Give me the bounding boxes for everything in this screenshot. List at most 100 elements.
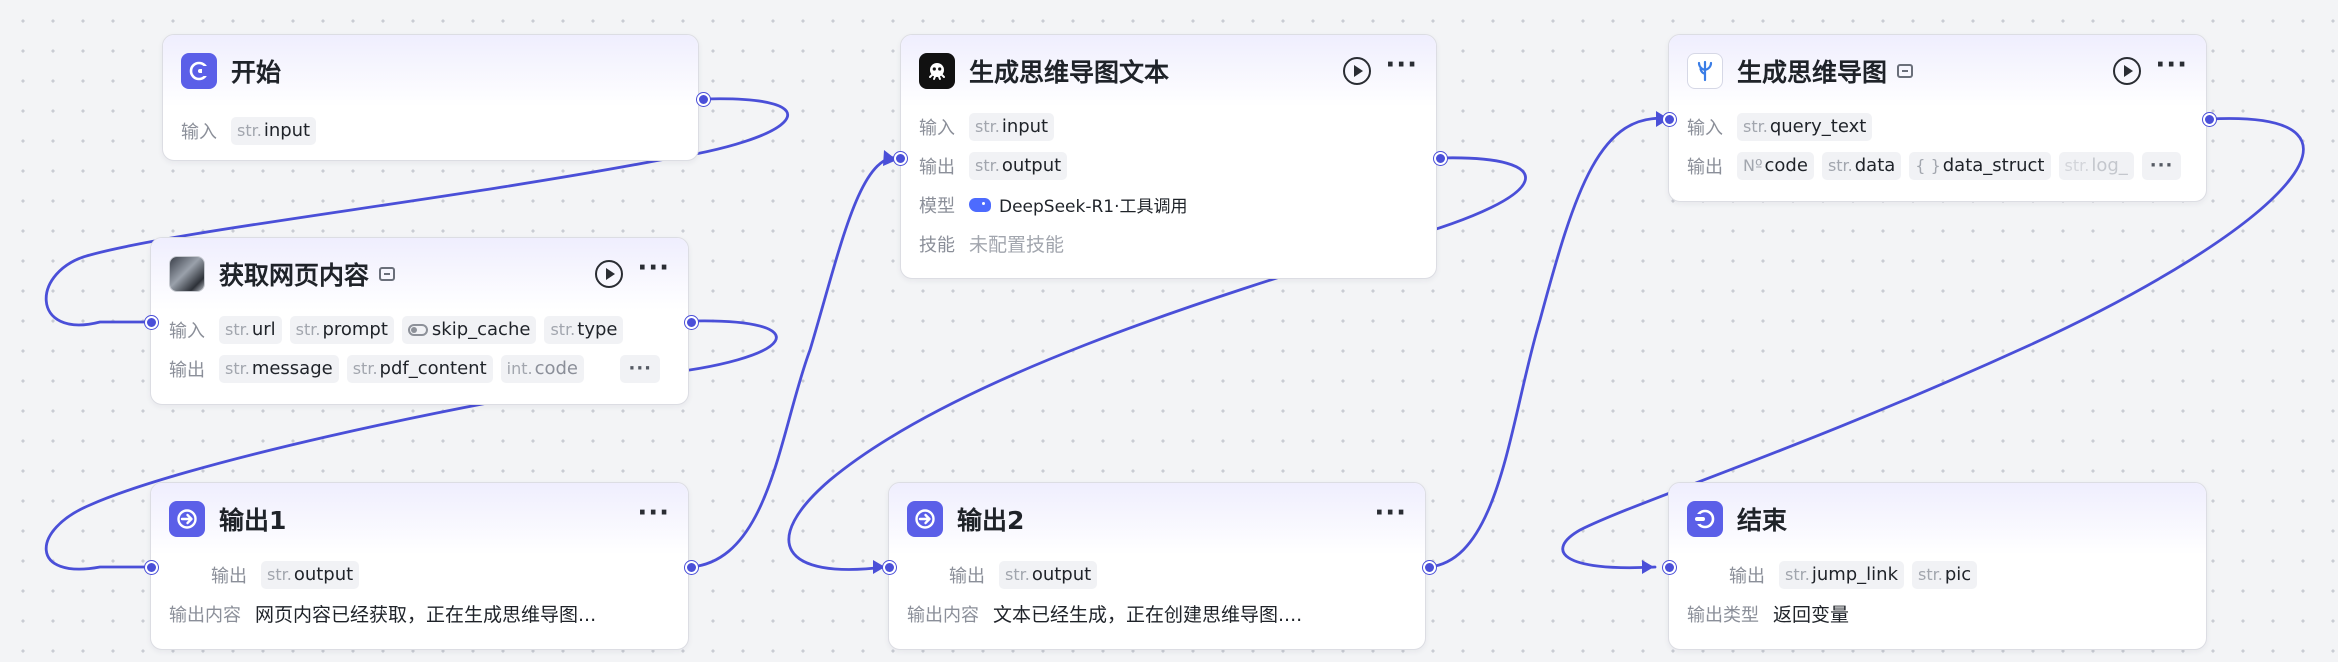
plugin-icon (1897, 64, 1914, 78)
fetch-output-port[interactable] (685, 316, 698, 329)
variable-tag[interactable]: str. data (1821, 151, 1902, 180)
out2-output-port[interactable] (1423, 561, 1436, 574)
input-row: 输入 str. input (919, 107, 1418, 146)
variable-tag[interactable]: str. query_text (1737, 112, 1873, 141)
edge-out1-to-gentext[interactable] (689, 156, 902, 569)
input-label: 输入 (181, 121, 217, 143)
node-generate-mindmap-text[interactable]: 生成思维导图文本 ··· 输入 str. input 输出 str. output … (900, 34, 1437, 279)
output-row: 输出 str. message str. pdf_content int. code … (169, 349, 670, 388)
output-label: 输出 (1729, 565, 1765, 587)
start-output-port[interactable] (697, 93, 710, 106)
more-menu-button[interactable]: ··· (2155, 52, 2188, 90)
model-row: 模型 DeepSeek-R1·工具调用 (919, 185, 1418, 224)
output-label: 输出 (949, 565, 985, 587)
node-title: 结束 (1737, 506, 1788, 535)
node-output-1[interactable]: 输出1 ··· 输出 str. output 输出内容 网页内容已经获取，正在生成… (150, 482, 689, 650)
output-content-text: 文本已经生成，正在创建思维导图.... (993, 604, 1303, 626)
variable-tag[interactable]: { } data_struct (1909, 151, 2051, 180)
node-generate-mindmap[interactable]: 生成思维导图 ··· 输入 str. query_text 输出 Nº code s… (1668, 34, 2207, 202)
output-row: 输出 Nº code str. data { } data_struct str. lo… (1687, 146, 2188, 185)
output-label: 输出 (169, 359, 205, 381)
gentext-output-port[interactable] (1434, 152, 1447, 165)
variable-tag[interactable]: str. url (219, 315, 282, 344)
input-row: 输入 str. query_text (1687, 107, 2188, 146)
output-content-row: 输出内容 网页内容已经获取，正在生成思维导图... (169, 594, 670, 633)
variable-tag[interactable]: str. output (999, 560, 1098, 589)
more-menu-button[interactable]: ··· (637, 255, 670, 293)
more-variables-button[interactable]: ··· (2141, 151, 2182, 180)
input-label: 输入 (169, 320, 205, 342)
output-type-row: 输出类型 返回变量 (1687, 594, 2188, 633)
output-icon (169, 501, 205, 537)
variable-tag[interactable]: str. pdf_content (346, 354, 493, 383)
mindmap-plugin-icon (1687, 53, 1723, 89)
gentext-input-port[interactable] (894, 152, 907, 165)
node-end[interactable]: 结束 输出 str. jump_link str. pic 输出类型 返回变量 (1668, 482, 2207, 650)
output-row: 输出 str. output (907, 555, 1407, 594)
mindmap-output-port[interactable] (2203, 113, 2216, 126)
node-header: 输出2 ··· (889, 483, 1425, 555)
run-button[interactable] (1343, 57, 1372, 85)
variable-tag[interactable]: str. log_ (2058, 151, 2134, 180)
variable-tag[interactable]: str. output (261, 560, 360, 589)
variable-tag[interactable]: skip_cache (401, 315, 537, 344)
input-row: 输入 str. url str. prompt skip_cache str. typ… (169, 310, 670, 349)
node-title: 输出2 (957, 506, 1025, 535)
output-icon (907, 501, 943, 537)
variable-tag[interactable]: str. type (544, 315, 624, 344)
variable-tag[interactable]: str. pic (1912, 560, 1978, 589)
node-start[interactable]: 开始 输入 str. input (162, 34, 699, 161)
variable-tag[interactable]: str. prompt (289, 315, 394, 344)
more-variables-button[interactable]: ··· (620, 354, 660, 383)
node-title: 获取网页内容 (219, 261, 370, 290)
node-output-2[interactable]: 输出2 ··· 输出 str. output 输出内容 文本已经生成，正在创建思维… (888, 482, 1426, 650)
output-row: 输出 str. jump_link str. pic (1687, 555, 2188, 594)
run-button[interactable] (2113, 57, 2142, 85)
node-title: 生成思维导图 (1737, 58, 1888, 87)
variable-tag[interactable]: int. code (500, 354, 585, 383)
output-label: 输出 (919, 156, 955, 178)
node-header: 结束 (1669, 483, 2206, 555)
deepseek-icon (969, 197, 991, 212)
node-fetch-webpage[interactable]: 获取网页内容 ··· 输入 str. url str. prompt skip_ca… (150, 237, 689, 405)
more-menu-button[interactable]: ··· (1385, 52, 1418, 90)
model-selector[interactable]: DeepSeek-R1·工具调用 (969, 192, 1188, 217)
end-input-port[interactable] (1663, 561, 1676, 574)
end-icon (1687, 501, 1723, 537)
output-content-label: 输出内容 (907, 604, 979, 626)
start-icon (181, 53, 217, 89)
node-title: 生成思维导图文本 (969, 58, 1170, 87)
variable-tag[interactable]: str. message (219, 354, 339, 383)
run-button[interactable] (595, 260, 624, 288)
edge-out2-to-mindmap[interactable] (1427, 116, 1672, 569)
mindmap-input-port[interactable] (1663, 113, 1676, 126)
out1-output-port[interactable] (685, 561, 698, 574)
node-title: 输出1 (219, 506, 287, 535)
output-type-value: 返回变量 (1773, 604, 1850, 626)
llm-icon (919, 53, 955, 89)
variable-tag[interactable]: str. jump_link (1779, 560, 1905, 589)
more-menu-button[interactable]: ··· (637, 500, 670, 538)
node-header: 开始 (163, 35, 698, 107)
output-type-label: 输出类型 (1687, 604, 1759, 626)
output-row: 输出 str. output (919, 146, 1418, 185)
fetch-page-thumbnail (169, 256, 205, 292)
out2-input-port[interactable] (883, 561, 896, 574)
node-header: 生成思维导图文本 ··· (901, 35, 1436, 107)
fetch-input-port[interactable] (145, 316, 158, 329)
variable-tag[interactable]: str. input (969, 112, 1055, 141)
plugin-icon (379, 267, 396, 281)
toggle-icon (407, 323, 428, 336)
output-content-row: 输出内容 文本已经生成，正在创建思维导图.... (907, 594, 1407, 633)
more-menu-button[interactable]: ··· (1374, 500, 1407, 538)
out1-input-port[interactable] (145, 561, 158, 574)
variable-tag[interactable]: str. output (969, 151, 1068, 180)
variable-tag[interactable]: str. input (231, 116, 317, 145)
output-label: 输出 (211, 565, 247, 587)
output-content-label: 输出内容 (169, 604, 241, 626)
input-row: 输入 str. input (181, 111, 680, 150)
variable-tag[interactable]: Nº code (1737, 151, 1814, 180)
node-title: 开始 (231, 58, 282, 87)
skills-label: 技能 (919, 234, 955, 256)
arrow-head-end (1642, 560, 1654, 574)
